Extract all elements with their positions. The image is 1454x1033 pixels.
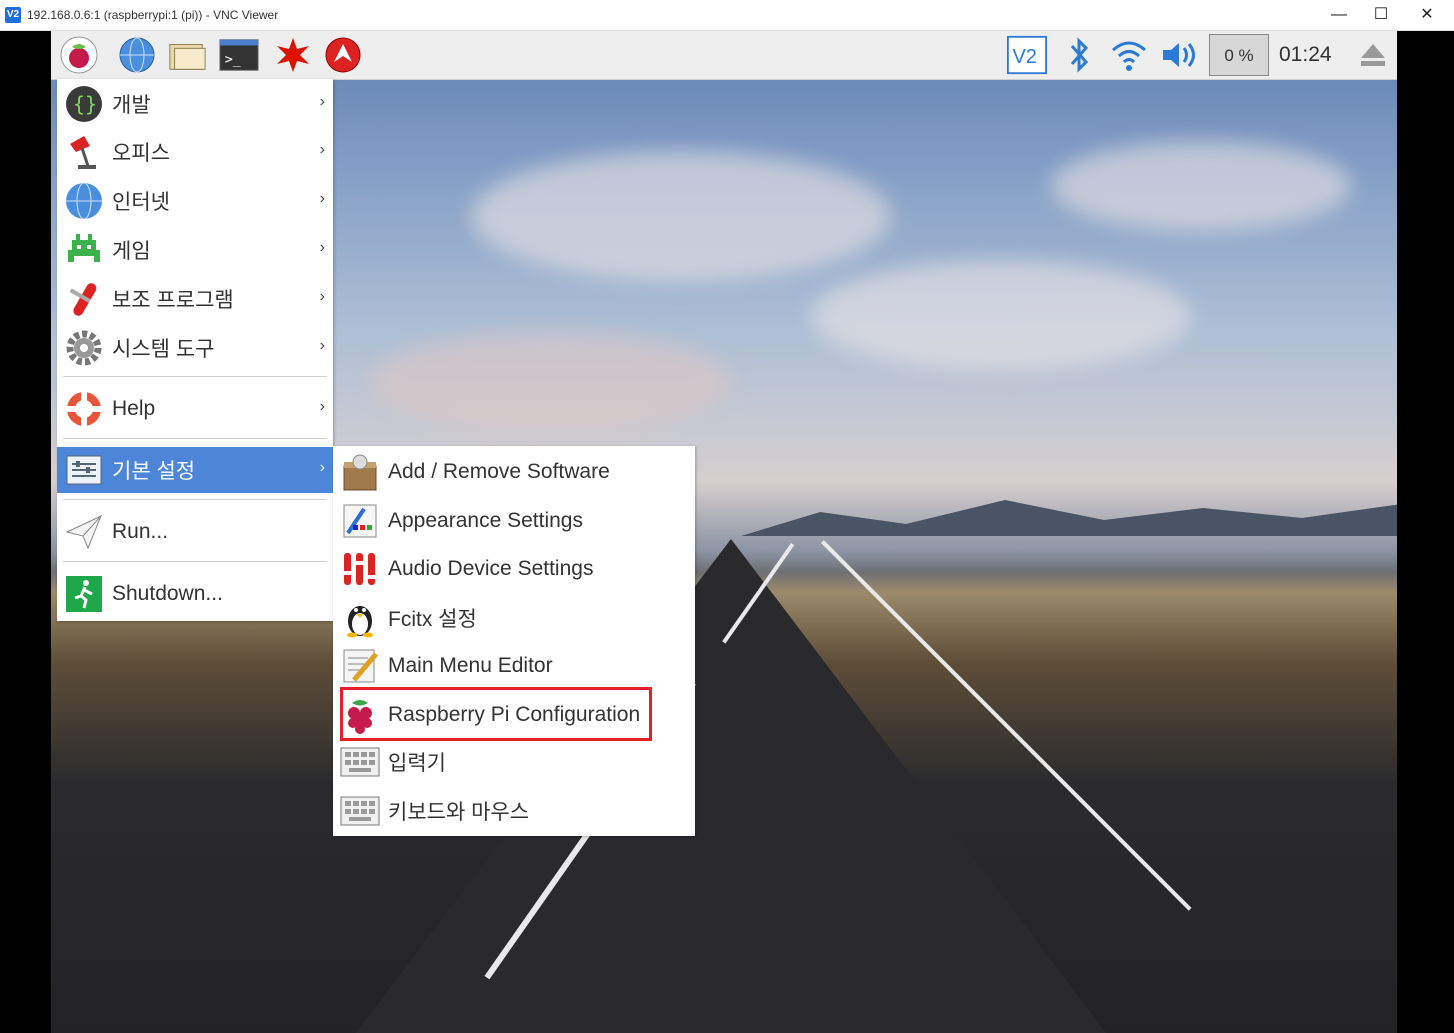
svg-text:{}: {} <box>73 92 97 116</box>
menu-separator <box>63 376 327 377</box>
submenu-arrow: › <box>319 141 325 158</box>
menu-separator <box>63 499 327 500</box>
wallpaper-cloud <box>811 261 1191 371</box>
remote-desktop[interactable]: >_ V2 0 % 01:24 {} 개발 › 오피스 › 인터넷 › 게임 ›… <box>51 31 1397 1033</box>
menu-item-internet[interactable]: 인터넷 › <box>57 178 333 224</box>
wallpaper-mountains <box>741 500 1397 536</box>
menu-item-label: 키보드와 마우스 <box>388 801 530 824</box>
svg-text:>_: >_ <box>225 53 242 68</box>
web-browser-icon[interactable] <box>117 35 157 75</box>
submenu-item-input-method[interactable]: 입력기 <box>333 739 695 785</box>
clock[interactable]: 01:24 <box>1279 43 1332 67</box>
programming-icon: {} <box>62 82 106 126</box>
keyboard-icon <box>338 740 382 784</box>
keyboard-icon <box>338 789 382 833</box>
vnc-app-icon: V2 <box>5 7 21 23</box>
highlight-box <box>340 687 652 741</box>
menu-item-help[interactable]: Help › <box>57 386 333 432</box>
submenu-arrow: › <box>319 93 325 110</box>
window-titlebar[interactable]: V2 192.168.0.6:1 (raspberrypi:1 (pi)) - … <box>0 0 1454 31</box>
submenu-arrow: › <box>319 190 325 207</box>
wallpaper-cloud <box>471 151 891 281</box>
internet-icon <box>62 179 106 223</box>
application-menu: {} 개발 › 오피스 › 인터넷 › 게임 › 보조 프로그램 › 시스템 도… <box>57 79 333 621</box>
menu-item-label: Main Menu Editor <box>388 654 553 677</box>
svg-text:V2: V2 <box>1012 46 1036 68</box>
help-icon <box>62 387 106 431</box>
maximize-button[interactable]: ☐ <box>1358 0 1404 30</box>
menu-separator <box>63 561 327 562</box>
submenu-arrow: › <box>319 398 325 415</box>
mathematica-icon[interactable] <box>323 35 363 75</box>
close-button[interactable]: ✕ <box>1404 0 1450 30</box>
menu-item-label: 게임 <box>112 240 151 263</box>
menu-item-run[interactable]: Run... <box>57 509 333 555</box>
menu-item-label: 입력기 <box>388 752 446 775</box>
menu-item-accessories[interactable]: 보조 프로그램 › <box>57 276 333 322</box>
menu-separator <box>63 438 327 439</box>
accessories-icon <box>62 277 106 321</box>
submenu-item-fcitx-settings[interactable]: Fcitx 설정 <box>333 595 695 641</box>
submenu-item-appearance-settings[interactable]: Appearance Settings <box>333 498 695 544</box>
office-icon <box>62 130 106 174</box>
wolfram-icon[interactable] <box>273 35 313 75</box>
submenu-arrow: › <box>319 337 325 354</box>
menu-item-label: Shutdown... <box>112 582 223 605</box>
menu-item-label: Help <box>112 397 156 420</box>
menu-item-label: Appearance Settings <box>388 509 583 532</box>
menu-item-label: 시스템 도구 <box>112 338 215 361</box>
window-title: 192.168.0.6:1 (raspberrypi:1 (pi)) - VNC… <box>27 8 279 22</box>
terminal-icon[interactable]: >_ <box>219 35 259 75</box>
bluetooth-icon[interactable] <box>1059 35 1099 75</box>
shutdown-icon <box>62 572 106 616</box>
menu-item-programming[interactable]: {} 개발 › <box>57 81 333 127</box>
menu-item-label: 보조 프로그램 <box>112 289 234 312</box>
appearance-icon <box>338 499 382 543</box>
audio-mixer-icon <box>338 547 382 591</box>
wallpaper-cloud <box>371 331 731 431</box>
wifi-icon[interactable] <box>1109 35 1149 75</box>
menu-item-office[interactable]: 오피스 › <box>57 129 333 175</box>
cpu-usage-monitor[interactable]: 0 % <box>1209 34 1269 76</box>
software-icon <box>338 450 382 494</box>
preferences-icon <box>62 448 106 492</box>
minimize-button[interactable]: — <box>1316 0 1362 30</box>
penguin-icon <box>338 596 382 640</box>
top-panel: >_ V2 0 % 01:24 <box>51 31 1397 80</box>
menu-item-label: Run... <box>112 520 169 543</box>
menu-item-games[interactable]: 게임 › <box>57 227 333 273</box>
system-tools-icon <box>62 326 106 370</box>
eject-icon[interactable] <box>1353 35 1393 75</box>
games-icon <box>62 228 106 272</box>
menu-item-label: Fcitx 설정 <box>388 608 477 631</box>
vnc-icon[interactable]: V2 <box>1007 35 1047 75</box>
menu-item-system-tools[interactable]: 시스템 도구 › <box>57 325 333 371</box>
menu-item-label: 개발 <box>112 94 151 117</box>
submenu-arrow: › <box>319 288 325 305</box>
menu-editor-icon <box>338 644 382 688</box>
menu-item-label: 기본 설정 <box>112 460 196 483</box>
raspberry-menu-icon[interactable] <box>59 35 99 75</box>
volume-icon[interactable] <box>1159 35 1199 75</box>
run-icon <box>62 510 106 554</box>
menu-item-label: 인터넷 <box>112 191 170 214</box>
menu-item-label: 오피스 <box>112 142 170 165</box>
submenu-item-keyboard-mouse[interactable]: 키보드와 마우스 <box>333 788 695 834</box>
submenu-arrow: › <box>319 239 325 256</box>
submenu-item-add-remove-software[interactable]: Add / Remove Software <box>333 449 695 495</box>
submenu-item-audio-device-settings[interactable]: Audio Device Settings <box>333 546 695 592</box>
submenu-item-main-menu-editor[interactable]: Main Menu Editor <box>333 643 695 689</box>
menu-item-shutdown[interactable]: Shutdown... <box>57 571 333 617</box>
preferences-submenu: Add / Remove Software Appearance Setting… <box>333 446 695 836</box>
menu-item-label: Add / Remove Software <box>388 460 610 483</box>
submenu-arrow: › <box>319 459 325 476</box>
menu-item-preferences[interactable]: 기본 설정 › <box>57 447 333 493</box>
wallpaper-cloud <box>1051 141 1351 231</box>
file-manager-icon[interactable] <box>167 35 207 75</box>
menu-item-label: Audio Device Settings <box>388 557 594 580</box>
